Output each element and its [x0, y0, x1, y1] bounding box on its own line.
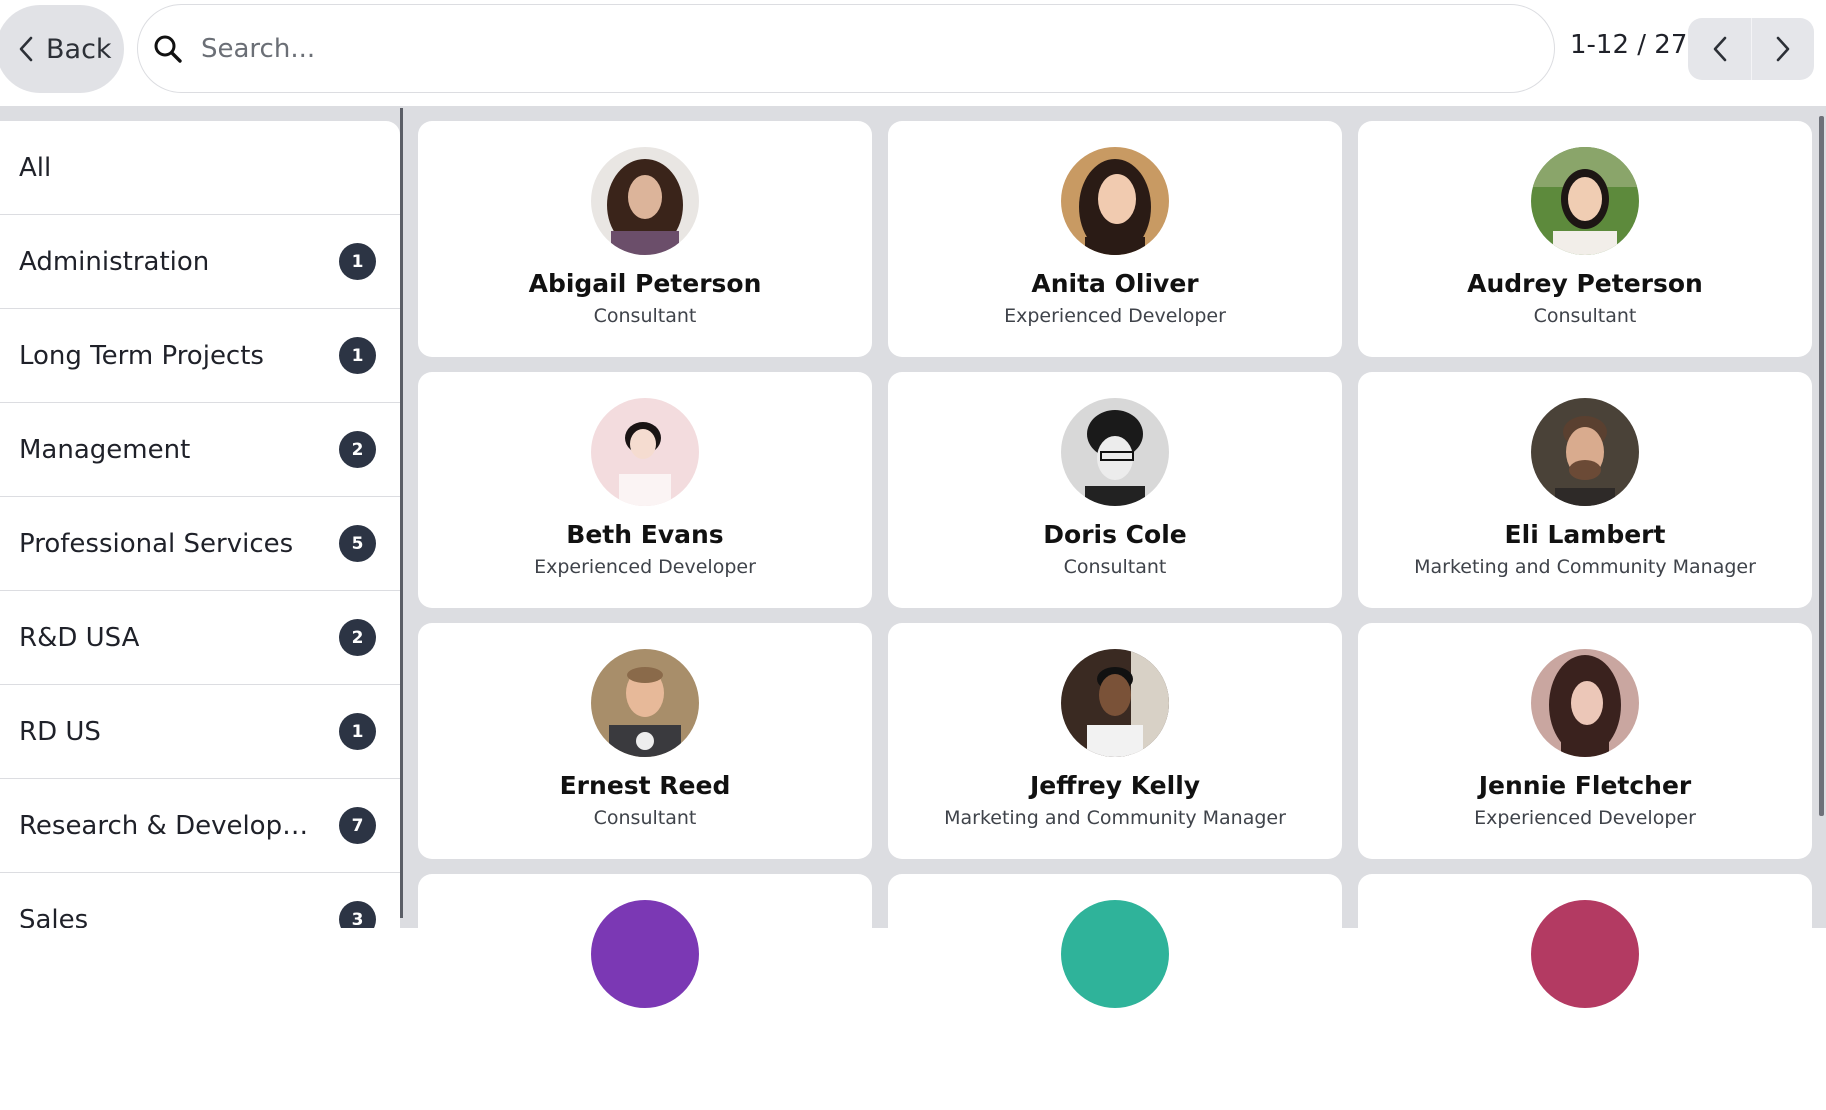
sidebar-item-label: Sales — [19, 904, 89, 929]
chevron-left-icon — [19, 36, 33, 62]
sidebar-item-label: RD US — [19, 716, 101, 747]
employee-name: Abigail Peterson — [528, 269, 762, 298]
employee-job: Marketing and Community Manager — [1414, 556, 1756, 578]
sidebar-item-label: Research & Development — [19, 810, 319, 841]
pager-controls — [1688, 18, 1814, 80]
back-label: Back — [46, 33, 112, 65]
employee-card[interactable]: Anita Oliver Experienced Developer — [888, 121, 1342, 357]
avatar — [591, 147, 699, 255]
main-scrollbar[interactable] — [1819, 116, 1824, 816]
employee-card[interactable]: Jeffrey Kelly Marketing and Community Ma… — [888, 623, 1342, 859]
back-button[interactable]: Back — [0, 5, 124, 93]
count-badge: 1 — [339, 337, 376, 374]
sidebar-item-professional-services[interactable]: Professional Services 5 — [0, 497, 400, 591]
top-bar: Back 1-12 / 27 — [0, 0, 1826, 106]
sidebar-item-label: Management — [19, 434, 191, 465]
employee-card[interactable] — [888, 874, 1342, 1110]
employee-job: Experienced Developer — [534, 556, 756, 578]
employee-card[interactable]: Abigail Peterson Consultant — [418, 121, 872, 357]
employee-job: Consultant — [593, 807, 697, 829]
sidebar-item-all[interactable]: All — [0, 121, 400, 215]
employee-job: Consultant — [1063, 556, 1167, 578]
count-badge: 5 — [339, 525, 376, 562]
sidebar-item-label: Long Term Projects — [19, 340, 264, 371]
employee-job: Consultant — [593, 305, 697, 327]
search-icon — [154, 35, 182, 63]
avatar — [1531, 900, 1639, 1008]
avatar — [1531, 398, 1639, 506]
sidebar-item-sales[interactable]: Sales 3 — [0, 873, 400, 928]
employee-card[interactable]: Ernest Reed Consultant — [418, 623, 872, 859]
employee-job: Experienced Developer — [1004, 305, 1226, 327]
employee-job: Marketing and Community Manager — [944, 807, 1286, 829]
avatar — [591, 398, 699, 506]
employee-name: Jennie Fletcher — [1478, 771, 1692, 800]
avatar — [1061, 649, 1169, 757]
sidebar-item-long-term-projects[interactable]: Long Term Projects 1 — [0, 309, 400, 403]
count-badge: 1 — [339, 243, 376, 280]
sidebar-item-label: R&D USA — [19, 622, 140, 653]
sidebar-item-rd-usa[interactable]: R&D USA 2 — [0, 591, 400, 685]
employee-card[interactable]: Beth Evans Experienced Developer — [418, 372, 872, 608]
next-page-button[interactable] — [1751, 18, 1814, 80]
count-badge: 7 — [339, 807, 376, 844]
employee-card[interactable] — [418, 874, 872, 1110]
count-badge: 1 — [339, 713, 376, 750]
employee-name: Eli Lambert — [1504, 520, 1666, 549]
main-area: All Administration 1 Long Term Projects … — [0, 106, 1826, 1110]
employee-card[interactable]: Audrey Peterson Consultant — [1358, 121, 1812, 357]
sidebar-scrollbar[interactable] — [400, 108, 403, 918]
employee-card[interactable]: Eli Lambert Marketing and Community Mana… — [1358, 372, 1812, 608]
count-badge: 2 — [339, 619, 376, 656]
avatar — [1061, 147, 1169, 255]
employee-name: Ernest Reed — [559, 771, 731, 800]
chevron-left-icon — [1713, 36, 1726, 62]
employee-name: Doris Cole — [1043, 520, 1187, 549]
sidebar-item-label: Professional Services — [19, 528, 294, 559]
sidebar-item-label: Administration — [19, 246, 210, 277]
employee-job: Consultant — [1533, 305, 1637, 327]
sidebar-item-label: All — [19, 152, 52, 183]
employee-name: Beth Evans — [566, 520, 724, 549]
chevron-right-icon — [1776, 36, 1790, 62]
sidebar-item-research-development[interactable]: Research & Development 7 — [0, 779, 400, 873]
pager-value: 1-12 / 27 — [1570, 30, 1688, 60]
sidebar-item-management[interactable]: Management 2 — [0, 403, 400, 497]
count-badge: 2 — [339, 431, 376, 468]
count-badge: 3 — [339, 901, 376, 928]
employee-job: Experienced Developer — [1474, 807, 1696, 829]
avatar — [1531, 649, 1639, 757]
sidebar-item-administration[interactable]: Administration 1 — [0, 215, 400, 309]
previous-page-button[interactable] — [1688, 18, 1751, 80]
avatar — [591, 900, 699, 1008]
department-sidebar: All Administration 1 Long Term Projects … — [0, 121, 400, 928]
avatar — [1531, 147, 1639, 255]
avatar — [591, 649, 699, 757]
search-input[interactable] — [201, 33, 1501, 64]
employee-card[interactable]: Jennie Fletcher Experienced Developer — [1358, 623, 1812, 859]
employee-card[interactable] — [1358, 874, 1812, 1110]
employee-name: Audrey Peterson — [1467, 269, 1703, 298]
avatar — [1061, 900, 1169, 1008]
employee-name: Anita Oliver — [1031, 269, 1199, 298]
search-bar[interactable] — [137, 4, 1555, 93]
avatar — [1061, 398, 1169, 506]
employee-card[interactable]: Doris Cole Consultant — [888, 372, 1342, 608]
employee-name: Jeffrey Kelly — [1029, 771, 1201, 800]
sidebar-item-rd-us[interactable]: RD US 1 — [0, 685, 400, 779]
